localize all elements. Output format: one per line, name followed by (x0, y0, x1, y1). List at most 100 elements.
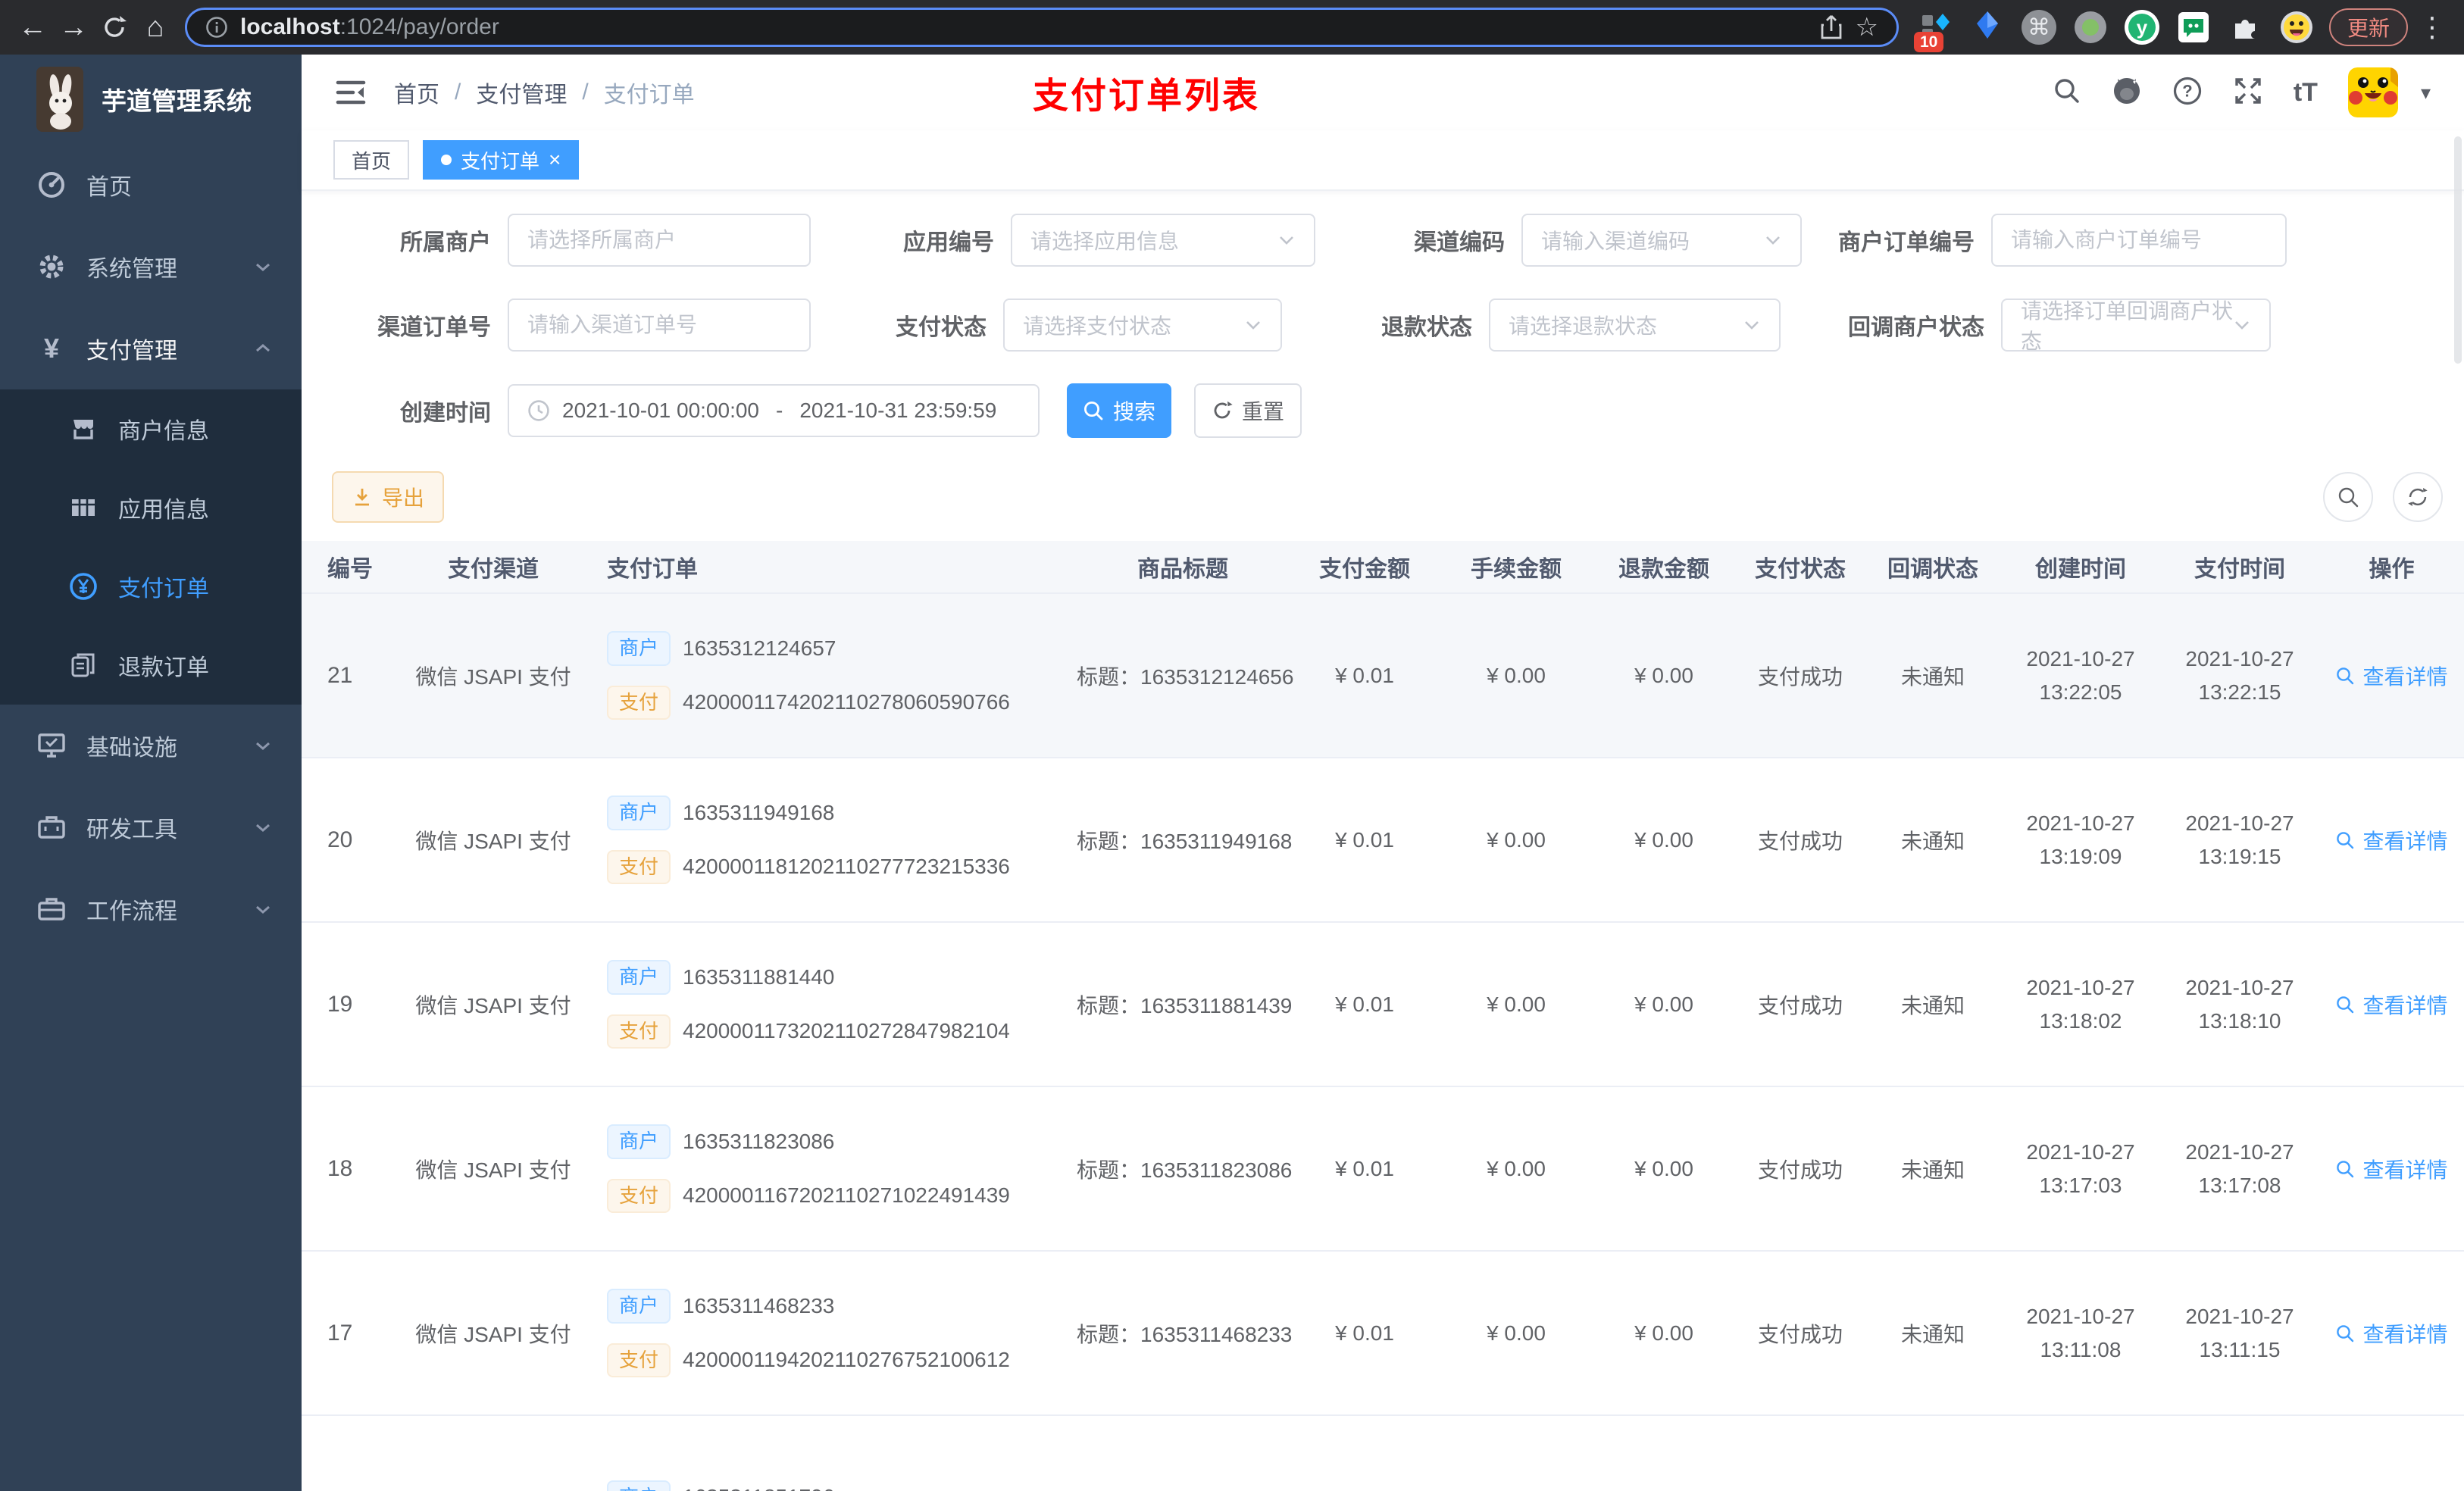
cell-create-time: 2021-10-27 13:17:03 (2026, 1140, 2135, 1197)
table-row[interactable]: 19 微信 JSAPI 支付 商户 1635311881440 支付 4200001… (302, 923, 2464, 1087)
help-button[interactable]: ? (2172, 76, 2203, 110)
font-size-button[interactable]: tT (2294, 78, 2318, 108)
avatar-caret-icon[interactable]: ▾ (2421, 81, 2431, 105)
sidebar-logo[interactable]: 芋道管理系统 (0, 55, 302, 144)
show-search-toggle-button[interactable] (2323, 472, 2373, 522)
pay-tag: 支付 (607, 1178, 671, 1214)
cell-refund: ¥ 0.00 (1634, 1156, 1693, 1180)
range-end-value[interactable]: 2021-10-31 23:59:59 (799, 399, 996, 423)
extension-grid-button[interactable]: 10 (1913, 7, 1956, 52)
channel-order-input[interactable] (508, 299, 811, 352)
sidebar-item-pay-order[interactable]: 支付订单 (0, 547, 302, 626)
callback-status-select[interactable]: 请选择订单回调商户状态 (2001, 299, 2271, 353)
extension-command-button[interactable]: ⌘ (2018, 7, 2059, 48)
bookmark-button[interactable]: ☆ (1856, 12, 1878, 42)
table-row[interactable]: 17 微信 JSAPI 支付 商户 1635311468233 支付 4200001… (302, 1252, 2464, 1416)
emoji-extension-icon (2280, 11, 2312, 43)
merchant-input[interactable] (508, 214, 811, 267)
cell-title: 标题：1635311823086 (1077, 1158, 1293, 1182)
view-detail-link[interactable]: 查看详情 (2319, 1318, 2464, 1349)
tab-label: 首页 (352, 149, 392, 173)
browser-reload-button[interactable] (94, 7, 135, 48)
app-header: 首页 / 支付管理 / 支付订单 支付订单列表 ? tT ▾ (302, 55, 2464, 130)
kite-icon (1976, 11, 1998, 39)
header-search-button[interactable] (2053, 77, 2081, 109)
view-detail-link[interactable]: 查看详情 (2319, 825, 2464, 855)
sidebar-item-system[interactable]: 系统管理 (0, 226, 302, 308)
sidebar-item-label: 基础设施 (86, 736, 177, 761)
sidebar-item-pay[interactable]: ¥ 支付管理 (0, 308, 302, 389)
user-avatar[interactable] (2347, 67, 2398, 117)
table-row[interactable]: 18 微信 JSAPI 支付 商户 1635311823086 支付 4200001… (302, 1087, 2464, 1252)
sidebar-item-merchant-info[interactable]: 商户信息 (0, 389, 302, 468)
app-no-label: 应用编号 (903, 230, 994, 255)
table-row[interactable]: 20 微信 JSAPI 支付 商户 1635311949168 支付 4200001… (302, 758, 2464, 923)
share-icon (1821, 15, 1841, 39)
breadcrumb-separator: / (582, 80, 589, 105)
chevron-down-icon (2233, 316, 2251, 334)
filter-row-1: 所属商户 应用编号 请选择应用信息 渠道编码 请输入渠道编码 商户订单编号 (332, 214, 2464, 267)
extension-emoji-button[interactable] (2276, 7, 2317, 48)
refresh-table-button[interactable] (2393, 472, 2443, 522)
extension-record-button[interactable] (2070, 7, 2111, 48)
view-detail-link[interactable]: 查看详情 (2319, 661, 2464, 691)
sidebar-item-app-info[interactable]: 应用信息 (0, 468, 302, 547)
fullscreen-button[interactable] (2233, 76, 2263, 110)
tab-close-icon[interactable]: × (549, 149, 561, 170)
github-link[interactable] (2112, 76, 2142, 110)
view-detail-label: 查看详情 (2362, 1158, 2448, 1182)
cell-no: 19 (327, 991, 353, 1017)
create-time-range-picker[interactable]: 2021-10-01 00:00:00 - 2021-10-31 23:59:5… (508, 384, 1040, 437)
cell-channel: 微信 JSAPI 支付 (415, 993, 571, 1017)
hamburger-fold-icon (336, 80, 366, 105)
sidebar-item-label: 退款订单 (118, 655, 209, 680)
sidebar-item-refund-order[interactable]: 退款订单 (0, 626, 302, 705)
share-button[interactable] (1819, 14, 1843, 40)
site-info-icon[interactable] (205, 16, 228, 39)
extension-chat-button[interactable] (2173, 7, 2214, 48)
extension-y-button[interactable]: y (2122, 7, 2162, 48)
browser-home-button[interactable]: ⌂ (135, 7, 176, 48)
sidebar-item-dev-tools[interactable]: 研发工具 (0, 786, 302, 868)
cell-refund: ¥ 0.00 (1634, 663, 1693, 687)
view-detail-link[interactable]: 查看详情 (2319, 1154, 2464, 1184)
sidebar-collapse-button[interactable] (335, 77, 367, 108)
tab-pay-order[interactable]: 支付订单 × (423, 140, 580, 180)
merchant-order-input[interactable] (1991, 214, 2287, 267)
breadcrumb-section[interactable]: 支付管理 (476, 76, 567, 109)
range-start-value[interactable]: 2021-10-01 00:00:00 (562, 399, 759, 423)
cell-status: 支付成功 (1757, 1322, 1843, 1346)
browser-update-button[interactable]: 更新 (2328, 8, 2408, 46)
pay-status-select[interactable]: 请选择支付状态 (1003, 299, 1282, 352)
cell-fee: ¥ 0.00 (1487, 1321, 1546, 1345)
extension-kite-button[interactable] (1967, 7, 2008, 48)
view-detail-link[interactable]: 查看详情 (2319, 989, 2464, 1020)
channel-code-select[interactable]: 请输入渠道编码 (1521, 214, 1802, 267)
sidebar-item-home[interactable]: 首页 (0, 144, 302, 226)
cell-pay-time: 2021-10-27 13:22:15 (2185, 647, 2294, 704)
browser-menu-button[interactable]: ⋮ (2419, 11, 2446, 43)
export-button[interactable]: 导出 (332, 471, 444, 523)
browser-back-button[interactable]: ← (12, 7, 53, 48)
reset-button[interactable]: 重置 (1194, 383, 1302, 438)
cell-fee: ¥ 0.00 (1487, 663, 1546, 687)
refund-status-select[interactable]: 请选择退款状态 (1489, 299, 1781, 352)
url-text[interactable]: localhost:1024/pay/order (240, 14, 499, 40)
address-bar[interactable]: localhost:1024/pay/order ☆ (185, 8, 1899, 47)
tab-home[interactable]: 首页 (333, 140, 410, 180)
refresh-icon (1214, 401, 1233, 419)
table-row[interactable]: 商户 1635311851796 (302, 1416, 2464, 1491)
breadcrumb-home[interactable]: 首页 (394, 76, 439, 109)
cell-pay-time: 2021-10-27 13:17:08 (2185, 1140, 2294, 1197)
sidebar-item-workflow[interactable]: 工作流程 (0, 868, 302, 950)
cell-notify: 未通知 (1900, 829, 1965, 853)
page-scrollbar[interactable] (2454, 136, 2462, 364)
extension-puzzle-button[interactable] (2225, 7, 2265, 48)
merchant-tag: 商户 (607, 959, 671, 995)
search-button[interactable]: 搜索 (1067, 383, 1171, 438)
browser-forward-button[interactable]: → (53, 7, 94, 48)
table-row[interactable]: 21 微信 JSAPI 支付 商户 1635312124657 支付 4200001… (302, 594, 2464, 758)
reload-icon (105, 16, 127, 37)
sidebar-item-infra[interactable]: 基础设施 (0, 705, 302, 786)
app-no-select[interactable]: 请选择应用信息 (1011, 214, 1315, 267)
